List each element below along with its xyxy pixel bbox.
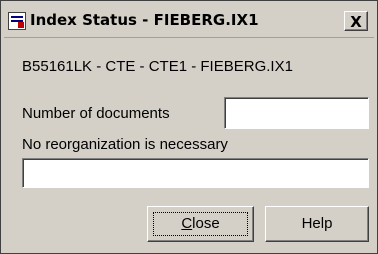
index-status-dialog: Index Status - FIEBERG.IX1 X B55161LK - … — [0, 0, 378, 254]
number-of-documents-label: Number of documents — [22, 105, 170, 122]
help-button[interactable]: Help — [265, 206, 369, 242]
focus-rectangle — [153, 212, 248, 236]
status-field[interactable] — [22, 158, 369, 188]
title-bar[interactable]: Index Status - FIEBERG.IX1 X — [4, 4, 374, 38]
app-icon[interactable] — [8, 12, 26, 30]
index-path-label: B55161LK - CTE - CTE1 - FIEBERG.IX1 — [22, 58, 293, 75]
app-icon-stripe — [11, 16, 23, 18]
window-title: Index Status - FIEBERG.IX1 — [30, 11, 259, 29]
reorganization-status-label: No reorganization is necessary — [22, 136, 228, 153]
app-icon-flag — [18, 22, 24, 28]
close-button[interactable]: Close — [147, 206, 254, 242]
close-window-button[interactable]: X — [344, 11, 368, 31]
number-of-documents-field[interactable] — [224, 97, 369, 129]
